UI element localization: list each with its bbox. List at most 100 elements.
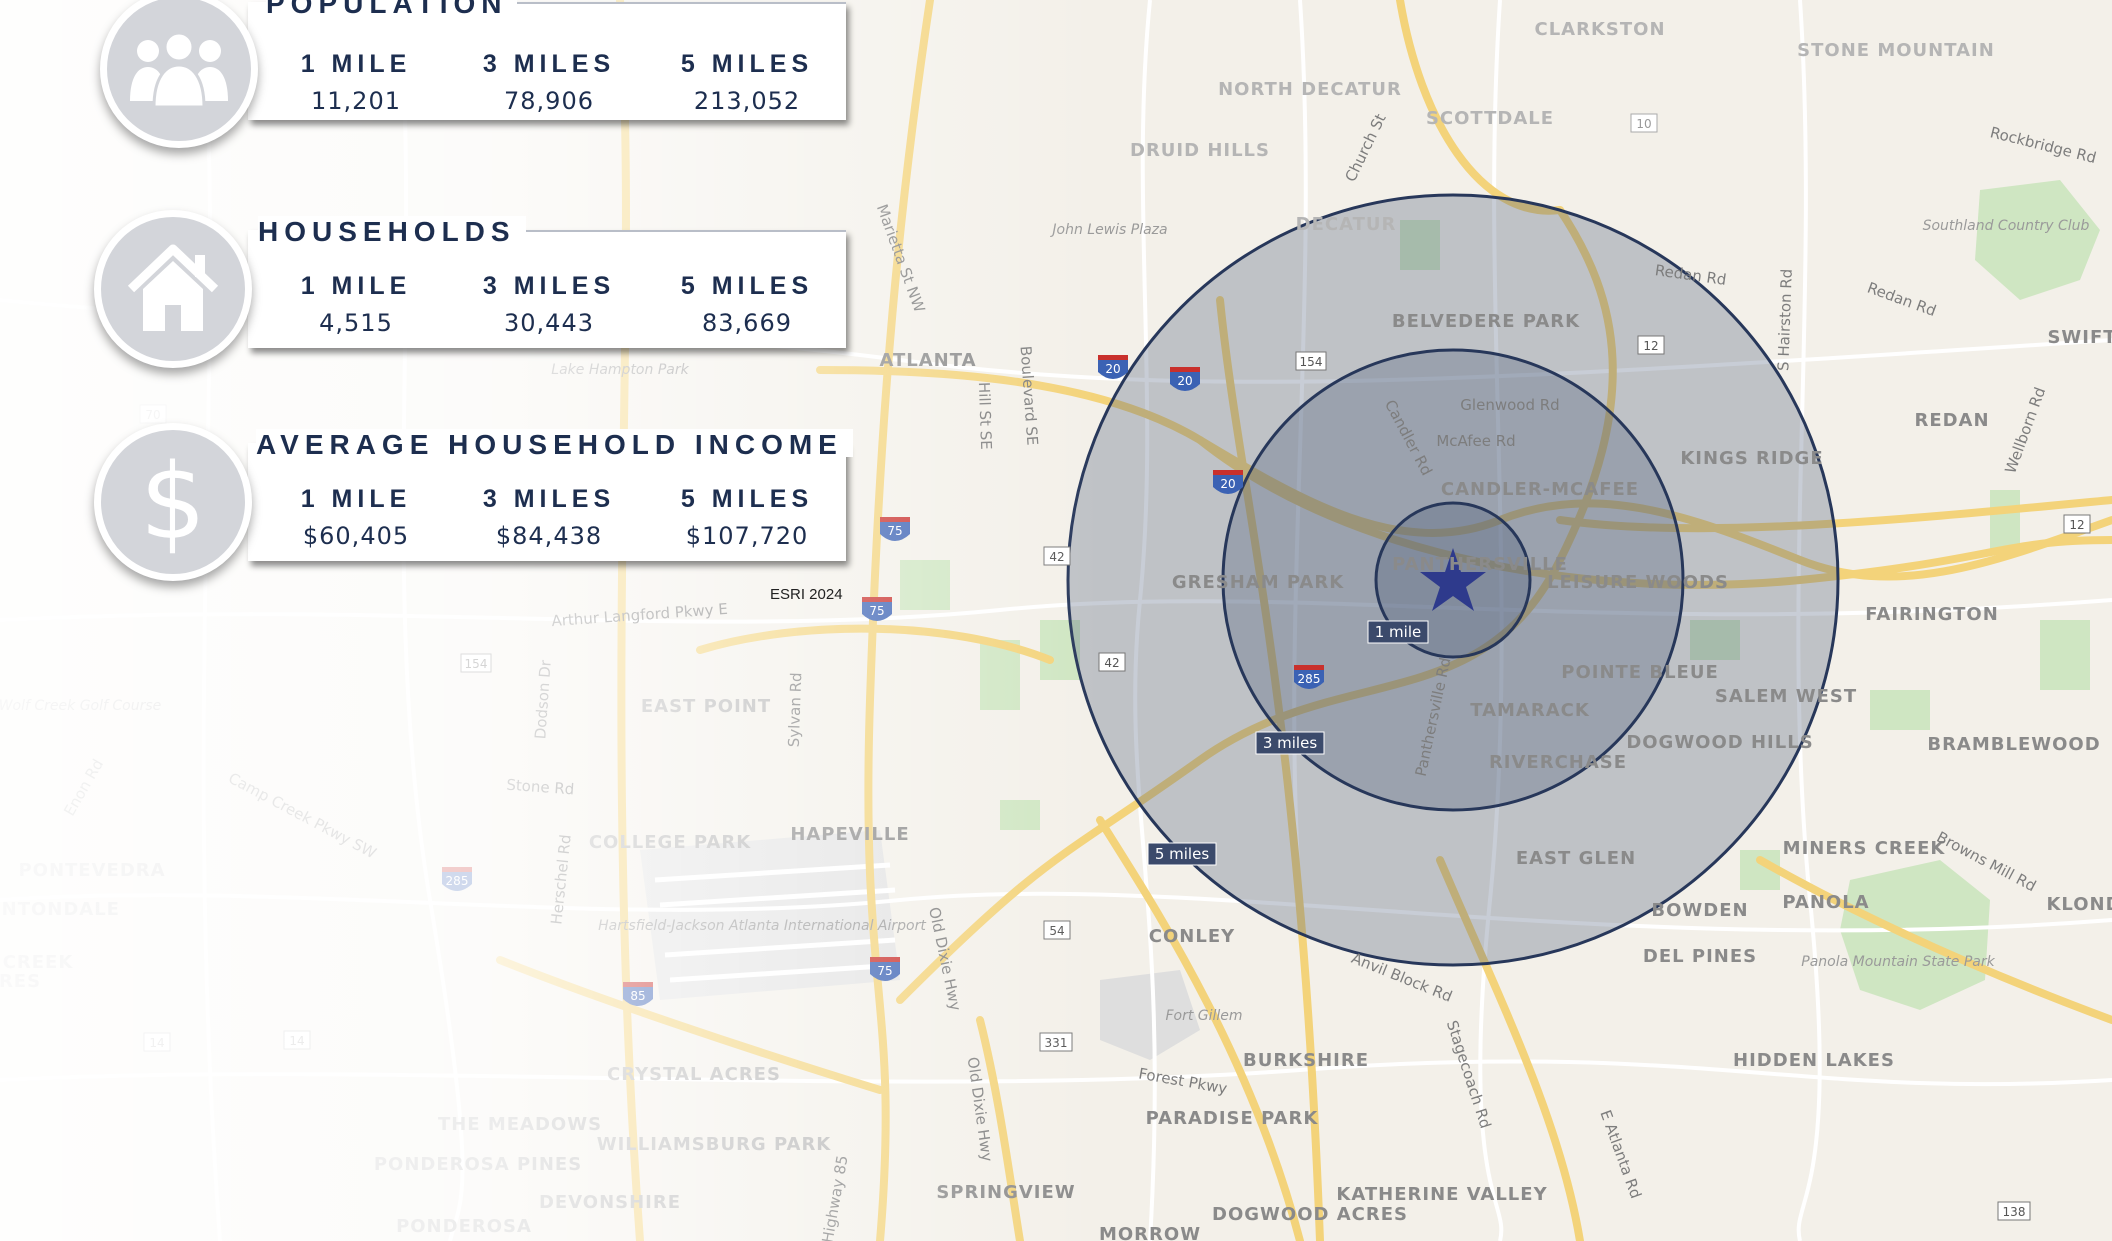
radius-label: 5 MILES bbox=[680, 485, 814, 513]
interstate-shield: 20 bbox=[1098, 355, 1128, 379]
svg-text:STONE MOUNTAIN: STONE MOUNTAIN bbox=[1797, 40, 1995, 61]
svg-text:54: 54 bbox=[1049, 924, 1064, 938]
state-shield: 14 bbox=[283, 1030, 311, 1050]
svg-text:FAIRINGTON: FAIRINGTON bbox=[1865, 604, 1999, 625]
svg-text:14: 14 bbox=[149, 1036, 164, 1050]
radius-label: 1 MILE bbox=[300, 50, 412, 78]
svg-text:SCOTTDALE: SCOTTDALE bbox=[1426, 108, 1554, 129]
svg-text:ATLANTA: ATLANTA bbox=[879, 350, 976, 371]
interstate-shield: 85 bbox=[623, 982, 653, 1006]
ring-label-3-miles: 3 miles bbox=[1255, 731, 1325, 755]
svg-text:331: 331 bbox=[1045, 1036, 1068, 1050]
svg-text:3 miles: 3 miles bbox=[1263, 734, 1317, 752]
interstate-shield: 285 bbox=[1294, 665, 1324, 689]
svg-text:NORTH DECATUR: NORTH DECATUR bbox=[1218, 79, 1402, 100]
stat-value: 83,669 bbox=[702, 309, 792, 337]
population-3-miles: 3 MILES 78,906 bbox=[449, 50, 649, 115]
map-background[interactable]: 1 mile 3 miles 5 miles 20 20 20 285 285 … bbox=[0, 0, 2112, 1241]
svg-text:PANOLA: PANOLA bbox=[1782, 892, 1869, 913]
state-shield: 10 bbox=[1630, 113, 1658, 133]
svg-text:Lake Hampton Park: Lake Hampton Park bbox=[551, 362, 689, 378]
radius-label: 5 MILES bbox=[680, 50, 814, 78]
radius-label: 1 MILE bbox=[300, 272, 412, 300]
svg-text:PARADISE PARK: PARADISE PARK bbox=[1146, 1108, 1319, 1129]
svg-text:CONLEY: CONLEY bbox=[1149, 926, 1235, 947]
radius-label: 3 MILES bbox=[482, 272, 616, 300]
svg-text:RIVERCHASE: RIVERCHASE bbox=[1489, 752, 1627, 773]
svg-text:138: 138 bbox=[2003, 1205, 2026, 1219]
svg-text:KATHERINE VALLEY: KATHERINE VALLEY bbox=[1336, 1184, 1547, 1205]
svg-text:20: 20 bbox=[1220, 477, 1235, 491]
state-shield: 12 bbox=[2063, 514, 2091, 534]
stat-value: $84,438 bbox=[495, 522, 603, 550]
income-5-miles: 5 MILES $107,720 bbox=[647, 485, 847, 550]
households-5-miles: 5 MILES 83,669 bbox=[647, 272, 847, 337]
svg-text:SWIFT: SWIFT bbox=[2047, 327, 2112, 348]
interstate-shield: 285 bbox=[442, 867, 472, 891]
divider bbox=[510, 2, 846, 4]
svg-text:McAfee Rd: McAfee Rd bbox=[1436, 432, 1515, 450]
svg-text:EAST GLEN: EAST GLEN bbox=[1516, 848, 1636, 869]
state-shield: 138 bbox=[1997, 1201, 2031, 1221]
svg-text:DEL PINES: DEL PINES bbox=[1643, 946, 1757, 967]
svg-text:Glenwood Rd: Glenwood Rd bbox=[1460, 396, 1559, 414]
svg-text:DECATUR: DECATUR bbox=[1296, 214, 1397, 235]
svg-text:DOGWOOD HILLS: DOGWOOD HILLS bbox=[1626, 732, 1813, 753]
svg-text:WILLIAMSBURG PARK: WILLIAMSBURG PARK bbox=[597, 1134, 832, 1155]
radius-label: 3 MILES bbox=[482, 485, 616, 513]
svg-text:Southland Country Club: Southland Country Club bbox=[1923, 218, 2090, 234]
svg-text:MORROW: MORROW bbox=[1099, 1224, 1201, 1241]
income-3-miles: 3 MILES $84,438 bbox=[449, 485, 649, 550]
svg-text:285: 285 bbox=[446, 874, 469, 888]
svg-text:HIDDEN LAKES: HIDDEN LAKES bbox=[1733, 1050, 1895, 1071]
svg-text:MINERS CREEK: MINERS CREEK bbox=[1783, 838, 1946, 859]
airport-area bbox=[640, 830, 900, 1000]
radius-label: 1 MILE bbox=[300, 485, 412, 513]
svg-text:75: 75 bbox=[877, 964, 892, 978]
state-shield: 12 bbox=[1637, 335, 1665, 355]
svg-text:154: 154 bbox=[1300, 355, 1323, 369]
svg-text:BURKSHIRE: BURKSHIRE bbox=[1243, 1050, 1369, 1071]
svg-text:SPRINGVIEW: SPRINGVIEW bbox=[936, 1182, 1075, 1203]
svg-text:KLOND: KLOND bbox=[2046, 894, 2112, 915]
svg-text:Panola Mountain State Park: Panola Mountain State Park bbox=[1801, 954, 1995, 970]
svg-text:14: 14 bbox=[289, 1034, 304, 1048]
svg-text:42: 42 bbox=[1104, 656, 1119, 670]
ring-label-5-miles: 5 miles bbox=[1147, 842, 1217, 866]
svg-text:CLARKSTON: CLARKSTON bbox=[1534, 19, 1665, 40]
svg-text:FONTONDALE: FONTONDALE bbox=[0, 899, 120, 920]
ring-label-1-mile: 1 mile bbox=[1367, 620, 1429, 644]
population-5-miles: 5 MILES 213,052 bbox=[647, 50, 847, 115]
svg-text:Hill St SE: Hill St SE bbox=[975, 382, 995, 450]
svg-text:CREEK: CREEK bbox=[3, 952, 74, 973]
svg-text:285: 285 bbox=[1298, 672, 1321, 686]
svg-text:CANDLER-MCAFEE: CANDLER-MCAFEE bbox=[1441, 479, 1639, 500]
svg-text:20: 20 bbox=[1177, 374, 1192, 388]
svg-text:COLLEGE PARK: COLLEGE PARK bbox=[589, 832, 751, 853]
income-panel: $ AVERAGE HOUSEHOLD INCOME 1 MILE $60,40… bbox=[0, 423, 860, 581]
radius-label: 3 MILES bbox=[482, 50, 616, 78]
population-1-mile: 1 MILE 11,201 bbox=[256, 50, 456, 115]
svg-text:KINGS RIDGE: KINGS RIDGE bbox=[1680, 448, 1823, 469]
state-shield: 154 bbox=[460, 653, 492, 673]
income-title: AVERAGE HOUSEHOLD INCOME bbox=[256, 429, 853, 460]
svg-text:Sylvan Rd: Sylvan Rd bbox=[785, 672, 806, 747]
svg-text:PONDEROSA PINES: PONDEROSA PINES bbox=[374, 1154, 582, 1175]
svg-text:154: 154 bbox=[465, 657, 488, 671]
svg-text:DRUID HILLS: DRUID HILLS bbox=[1130, 140, 1270, 161]
state-shield: 70 bbox=[139, 404, 167, 424]
svg-text:BOWDEN: BOWDEN bbox=[1651, 900, 1748, 921]
households-title: HOUSEHOLDS bbox=[258, 216, 526, 247]
svg-text:LEISURE WOODS: LEISURE WOODS bbox=[1547, 572, 1729, 593]
svg-text:CRYSTAL ACRES: CRYSTAL ACRES bbox=[607, 1064, 781, 1085]
svg-text:12: 12 bbox=[2069, 518, 2084, 532]
svg-text:12: 12 bbox=[1643, 339, 1658, 353]
svg-text:Hartsfield-Jackson Atlanta Int: Hartsfield-Jackson Atlanta International… bbox=[598, 918, 926, 934]
svg-text:5 miles: 5 miles bbox=[1155, 845, 1209, 863]
house-icon bbox=[94, 210, 252, 368]
svg-text:DOGWOOD ACRES: DOGWOOD ACRES bbox=[1212, 1204, 1408, 1225]
svg-text:42: 42 bbox=[1049, 550, 1064, 564]
state-shield: 331 bbox=[1039, 1032, 1073, 1052]
svg-text:Fort Gillem: Fort Gillem bbox=[1165, 1008, 1242, 1024]
state-shield: 42 bbox=[1098, 652, 1126, 672]
